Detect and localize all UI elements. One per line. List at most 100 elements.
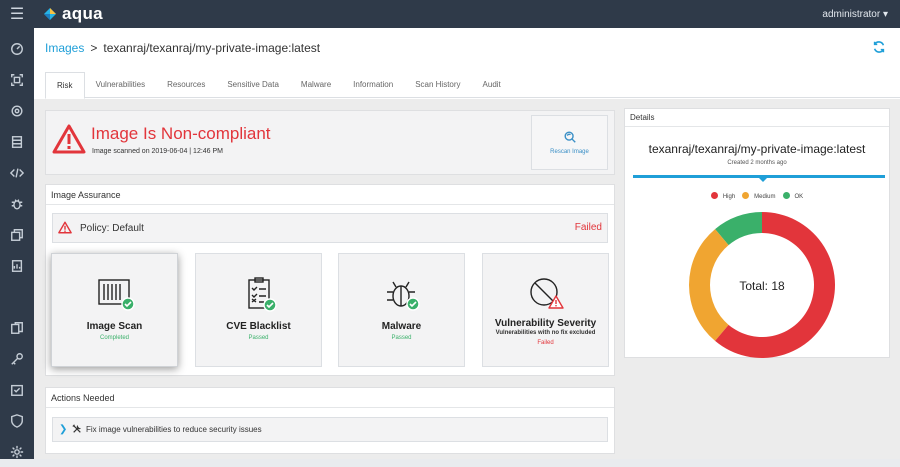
server-icon [11, 135, 23, 148]
breadcrumb: Images > texanraj/texanraj/my-private-im… [45, 41, 320, 55]
breadcrumb-images-link[interactable]: Images [45, 41, 84, 55]
cve-blacklist-card[interactable]: CVE Blacklist Passed [195, 253, 322, 367]
sidebar [0, 28, 34, 459]
documents-icon [11, 321, 23, 334]
sidebar-item-functions[interactable] [0, 157, 34, 188]
actions-needed-header: Actions Needed [46, 388, 614, 408]
legend-item-high[interactable]: High [710, 192, 736, 200]
image-assurance-header: Image Assurance [46, 185, 614, 205]
tab-resources[interactable]: Resources [156, 72, 216, 98]
vulnerability-severity-card[interactable]: Vulnerability Severity Vulnerabilities w… [482, 253, 609, 367]
gear-icon [10, 445, 24, 458]
user-menu[interactable]: administrator ▾ [822, 9, 888, 20]
breadcrumb-separator: > [90, 41, 98, 55]
policy-row[interactable]: Policy: Default Failed [52, 213, 608, 243]
sidebar-item-images[interactable] [0, 64, 34, 95]
sidebar-item-audit[interactable] [0, 250, 34, 281]
policy-status: Failed [574, 222, 602, 233]
tab-risk[interactable]: Risk [45, 72, 85, 99]
malware-card[interactable]: Malware Passed [338, 253, 465, 367]
sidebar-item-secrets[interactable] [0, 343, 34, 374]
created-time: Created 2 months ago [727, 160, 787, 166]
tab-malware[interactable]: Malware [290, 72, 342, 98]
chevron-right-icon[interactable]: ❯ [59, 424, 67, 435]
compliance-banner: Image Is Non-compliant Image scanned on … [45, 110, 615, 175]
card-title: Image Scan [86, 321, 143, 332]
sidebar-item-services[interactable] [0, 219, 34, 250]
image-name: texanraj/texanraj/my-private-image:lates… [648, 142, 866, 156]
policy-warning-icon [58, 221, 72, 234]
logo-text: aqua [62, 4, 103, 23]
legend-label: OK [794, 194, 804, 200]
tab-scan-history[interactable]: Scan History [404, 72, 471, 98]
action-item[interactable]: ❯ Fix image vulnerabilities to reduce se… [52, 417, 608, 442]
card-title: CVE Blacklist [226, 321, 291, 332]
donut-slice-medium[interactable] [689, 229, 729, 341]
bug-icon [11, 198, 23, 210]
menu-icon[interactable]: ☰ [0, 0, 34, 28]
card-description: Vulnerabilities with no fix excluded [495, 330, 596, 336]
sidebar-item-workloads[interactable] [0, 95, 34, 126]
legend-label: High [722, 194, 736, 200]
sidebar-item-dashboard[interactable] [0, 33, 34, 64]
sidebar-item-security[interactable] [0, 405, 34, 436]
severity-donut-chart: Total: 18 [689, 212, 835, 358]
tools-icon [72, 424, 81, 433]
target-icon [11, 104, 23, 117]
rescan-image-button[interactable]: Rescan Image [531, 115, 608, 170]
sidebar-item-policies[interactable] [0, 312, 34, 343]
legend-item-medium[interactable]: Medium [742, 192, 776, 200]
tab-vulnerabilities[interactable]: Vulnerabilities [85, 72, 157, 98]
action-text: Fix image vulnerabilities to reduce secu… [86, 425, 262, 434]
barcode-icon [97, 279, 135, 311]
aqua-logo-icon [44, 8, 56, 20]
card-status: Passed [391, 335, 412, 341]
card-status: Completed [99, 335, 129, 341]
details-panel: Details texanraj/texanraj/my-private-ima… [624, 108, 890, 358]
image-scan-card[interactable]: Image Scan Completed [51, 253, 178, 367]
legend-dot [710, 192, 718, 199]
card-title: Malware [381, 321, 422, 332]
rescan-search-icon [563, 131, 576, 143]
sidebar-item-compliance[interactable] [0, 374, 34, 405]
scan-icon [11, 73, 23, 86]
legend-label: Medium [754, 194, 776, 200]
image-assurance-panel: Image Assurance Policy: Default Failed I… [45, 184, 615, 376]
top-bar: ☰ aqua administrator ▾ [0, 0, 900, 28]
divider-pointer [758, 177, 768, 182]
tab-information[interactable]: Information [342, 72, 404, 98]
card-title: Vulnerability Severity [494, 318, 597, 329]
legend-dot [742, 192, 750, 199]
donut-total-label: Total: 18 [739, 279, 785, 293]
policy-label: Policy: Default [80, 223, 144, 234]
sidebar-item-settings[interactable] [0, 436, 34, 467]
shield-icon [11, 413, 23, 428]
sidebar-item-vulnerabilities[interactable] [0, 188, 34, 219]
tab-bar: Risk Vulnerabilities Resources Sensitive… [45, 72, 900, 99]
key-icon [11, 352, 23, 365]
page-title: texanraj/texanraj/my-private-image:lates… [103, 41, 321, 55]
checkbox-icon [11, 384, 23, 396]
layers-icon [11, 228, 23, 241]
legend-dot [782, 192, 790, 199]
scan-timestamp: Image scanned on 2019-06-04 | 12:46 PM [92, 148, 224, 155]
actions-needed-panel: Actions Needed ❯ Fix image vulnerabiliti… [45, 387, 615, 454]
details-header: Details [625, 109, 889, 127]
gauge-icon [11, 42, 23, 55]
tab-audit[interactable]: Audit [472, 72, 512, 98]
rescan-label: Rescan Image [550, 149, 589, 155]
tab-sensitive-data[interactable]: Sensitive Data [216, 72, 290, 98]
compliance-status-title: Image Is Non-compliant [91, 124, 271, 143]
warning-icon [52, 124, 86, 154]
report-icon [11, 259, 23, 272]
sidebar-item-hosts[interactable] [0, 126, 34, 157]
bug-icon [386, 281, 420, 311]
blocked-icon [529, 278, 564, 309]
clipboard-icon [247, 277, 277, 312]
chart-legend: High Medium OK [625, 192, 889, 200]
logo[interactable]: aqua [42, 4, 103, 24]
legend-item-ok[interactable]: OK [782, 192, 804, 200]
card-status: Passed [248, 335, 269, 341]
refresh-icon[interactable] [872, 40, 886, 54]
code-icon [10, 167, 24, 178]
